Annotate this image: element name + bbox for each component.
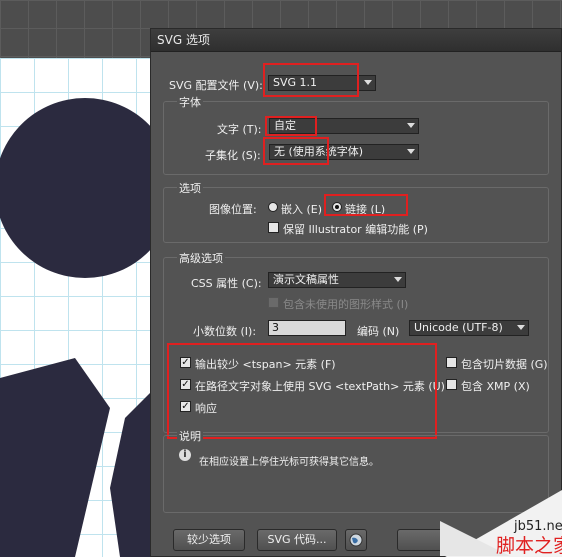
artwork-body-left-shape: [0, 358, 110, 557]
decimal-places-input[interactable]: 3: [268, 320, 346, 336]
slice-data-checkbox[interactable]: [446, 357, 457, 368]
highlight-box: [263, 137, 329, 165]
options-group-title: 选项: [177, 180, 203, 196]
font-group: [163, 101, 549, 175]
encoding-label: 编码 (N): [357, 325, 400, 338]
highlight-box: [265, 116, 317, 136]
include-unused-checkbox[interactable]: [268, 297, 279, 308]
svg-profile-label: SVG 配置文件 (V):: [169, 79, 263, 92]
highlight-box: [324, 194, 408, 216]
font-group-title: 字体: [177, 94, 203, 110]
highlight-box: [263, 63, 359, 97]
description-text: 在相应设置上停住光标可获得其它信息。: [199, 457, 379, 468]
embed-label: 嵌入 (E): [281, 203, 323, 216]
dialog-title: SVG 选项: [151, 29, 561, 52]
artwork-head-shape: [0, 98, 155, 278]
xmp-checkbox[interactable]: [446, 379, 457, 390]
image-location-label: 图像位置:: [209, 203, 257, 216]
include-unused-label: 包含未使用的图形样式 (I): [283, 298, 409, 311]
css-select[interactable]: 演示文稿属性: [268, 272, 406, 288]
encoding-select[interactable]: Unicode (UTF-8): [409, 320, 529, 336]
chevron-down-icon: [364, 80, 372, 85]
decimal-places-value: 3: [272, 321, 279, 334]
advanced-group-title: 高级选项: [177, 250, 225, 266]
description-title: 说明: [177, 428, 203, 444]
chevron-down-icon: [407, 123, 415, 128]
info-icon: i: [179, 449, 191, 461]
chevron-down-icon: [517, 325, 525, 330]
watermark-site: jb51.net: [513, 519, 562, 534]
highlight-box: [167, 343, 437, 439]
browser-preview-button[interactable]: [345, 529, 367, 551]
globe-icon: [349, 533, 363, 547]
decimal-places-label: 小数位数 (I):: [193, 325, 257, 338]
css-label: CSS 属性 (C):: [191, 277, 262, 290]
encoding-value: Unicode (UTF-8): [414, 321, 503, 334]
watermark-logo: jb51.net 脚本之家: [440, 490, 562, 557]
slice-data-label: 包含切片数据 (G): [461, 358, 548, 371]
watermark-brand: 脚本之家: [496, 535, 562, 557]
svg-code-button[interactable]: SVG 代码...: [257, 529, 337, 551]
preserve-editing-label: 保留 Illustrator 编辑功能 (P): [283, 223, 428, 236]
preserve-editing-checkbox[interactable]: [268, 222, 279, 233]
css-value: 演示文稿属性: [273, 273, 339, 286]
chevron-down-icon: [407, 149, 415, 154]
font-type-label: 文字 (T):: [217, 123, 262, 136]
embed-radio[interactable]: [268, 202, 278, 212]
fewer-options-button[interactable]: 较少选项: [173, 529, 245, 551]
chevron-down-icon: [394, 277, 402, 282]
xmp-label: 包含 XMP (X): [461, 380, 530, 393]
artwork: [0, 98, 155, 557]
artwork-body-right-shape: [110, 388, 155, 557]
subset-label: 子集化 (S):: [205, 149, 261, 162]
